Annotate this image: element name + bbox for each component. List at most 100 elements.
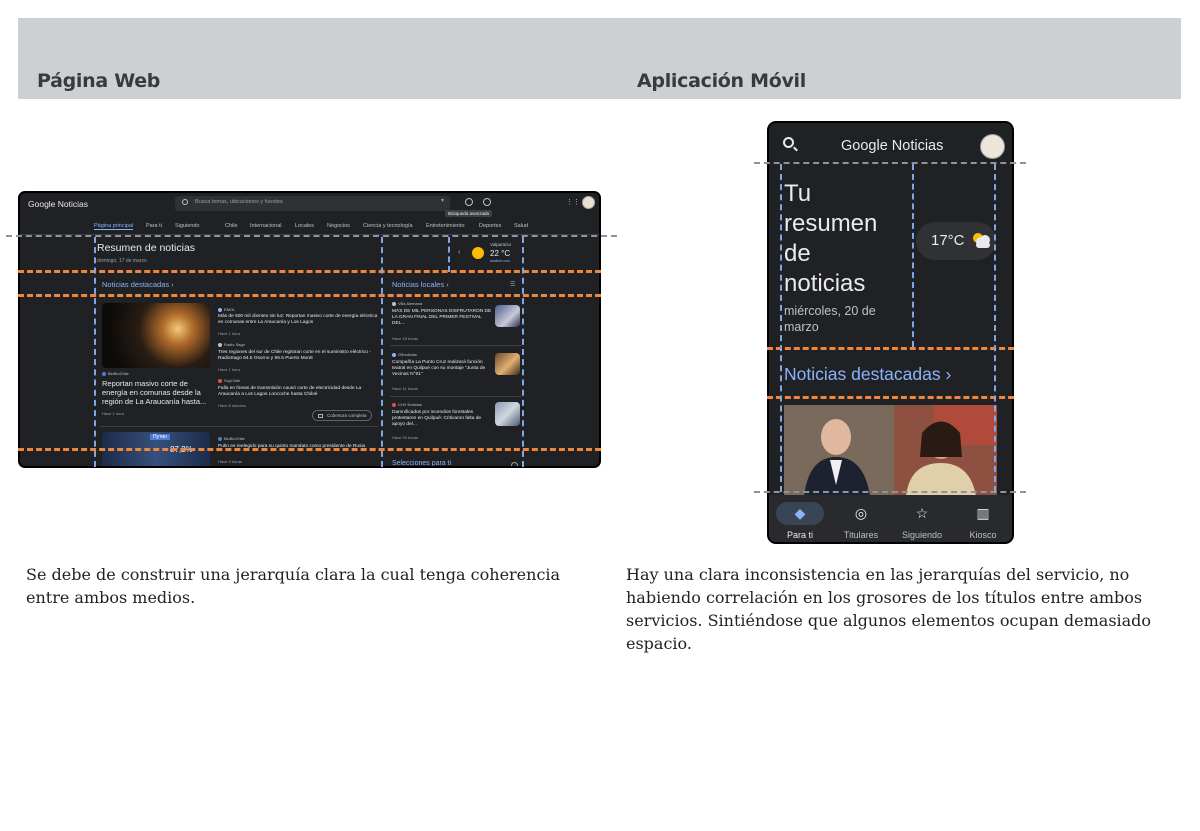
article-source-label: SoyChile xyxy=(224,378,241,383)
help-icon[interactable] xyxy=(511,462,518,466)
guide-line-blue xyxy=(994,164,996,492)
tooltip: Búsqueda avanzada xyxy=(445,210,493,217)
tab-international[interactable]: Internacional xyxy=(250,223,282,229)
local-time: Hace 18 horas xyxy=(392,336,419,341)
article-source-label: BioBioChile xyxy=(224,436,245,441)
weather-location: Valparaíso xyxy=(490,242,512,247)
article-time: Hace 1 hora xyxy=(218,331,240,336)
mobile-featured-heading[interactable]: Noticias destacadas › xyxy=(784,364,951,385)
guide-line-orange xyxy=(767,347,1014,350)
article-source: SoyChile xyxy=(218,378,240,383)
local-heading[interactable]: Noticias locales › xyxy=(392,280,449,289)
local-thumbnail[interactable] xyxy=(495,402,520,426)
chevron-left-icon[interactable]: ‹ xyxy=(458,249,460,256)
article-time: Hace 8 minutos xyxy=(218,403,246,408)
tab-entertainment[interactable]: Entretenimiento xyxy=(426,223,465,229)
article-title[interactable]: Tres regiones del sur de Chile registran… xyxy=(218,350,378,362)
summary-title: Resumen de noticias xyxy=(97,242,196,254)
article-time: Hace 1 hora xyxy=(218,367,240,372)
blackout-image[interactable] xyxy=(102,303,210,368)
tab-following[interactable]: Siguiendo xyxy=(175,223,199,229)
search-icon[interactable] xyxy=(783,137,794,148)
summary-date: domingo, 17 de marzo xyxy=(97,258,147,264)
search-placeholder: Busca temas, ubicaciones y fuentes xyxy=(195,199,283,205)
avatar[interactable] xyxy=(980,134,1005,159)
tab-sports[interactable]: Deportes xyxy=(479,223,501,229)
tab-home[interactable]: Página principal xyxy=(94,223,134,230)
slide: Página Web Aplicación Móvil Google Notic… xyxy=(0,0,1200,831)
article-source: BioBioChile xyxy=(218,436,245,441)
article-source: EMOL xyxy=(218,307,235,312)
local-source: CHV Noticias xyxy=(392,402,422,407)
weather-temp: 22 °C xyxy=(490,249,511,258)
tab-for-you[interactable]: Para ti xyxy=(146,223,162,229)
tab-newsstand[interactable]: Kiosco xyxy=(953,530,1012,540)
partly-cloudy-icon xyxy=(973,233,990,248)
guide-line-orange xyxy=(18,448,601,451)
tab-headlines[interactable]: Titulares xyxy=(831,530,891,540)
local-title[interactable]: Compañía La Punto Cruz realizará función… xyxy=(392,360,492,377)
mobile-summary-date: miércoles, 20 de marzo xyxy=(784,304,876,334)
globe-icon[interactable]: ◎ xyxy=(846,505,876,522)
article-source: Radio Sago xyxy=(218,342,245,347)
chevron-down-icon[interactable]: ▾ xyxy=(441,197,444,204)
article-title[interactable]: Más de 500 mil clientes sin luz: Reporta… xyxy=(218,314,378,326)
tab-following[interactable]: Siguiendo xyxy=(892,530,952,540)
local-source-label: G5noticias xyxy=(398,352,417,357)
apps-grid-icon[interactable]: ⋮⋮ xyxy=(566,198,580,206)
local-heading-label: Noticias locales xyxy=(392,280,445,289)
guide-line-orange xyxy=(18,270,601,273)
local-thumbnail[interactable] xyxy=(495,353,520,375)
avatar[interactable] xyxy=(582,196,595,209)
article-time: Hace 3 horas xyxy=(218,459,242,464)
guide-line-gray xyxy=(6,235,617,237)
help-icon[interactable] xyxy=(465,198,473,206)
divider xyxy=(390,345,522,346)
mobile-caption: Hay una clara inconsistencia en las jera… xyxy=(626,565,1152,653)
local-title[interactable]: MÁS DE MIL PERSONAS DISFRUTARON DE LA GR… xyxy=(392,309,492,326)
guide-line-orange xyxy=(18,294,601,297)
weather-source[interactable]: weather.com xyxy=(490,259,510,263)
main-story-source-label: BioBioChile xyxy=(108,371,129,376)
featured-photo[interactable] xyxy=(784,405,997,496)
guide-line-orange xyxy=(767,396,1014,399)
star-icon[interactable]: ☆ xyxy=(907,505,937,522)
tab-health[interactable]: Salud xyxy=(514,223,528,229)
tab-business[interactable]: Negocios xyxy=(327,223,350,229)
guide-line-blue xyxy=(381,237,383,467)
tune-icon[interactable]: ☰ xyxy=(510,281,515,288)
search-icon xyxy=(182,199,188,205)
full-coverage-button[interactable]: Cobertura completa xyxy=(312,410,372,421)
putin-badge: Путин xyxy=(150,434,170,440)
main-story-title[interactable]: Reportan masivo corte de energía en comu… xyxy=(102,379,212,406)
featured-heading[interactable]: Noticias destacadas › xyxy=(102,280,174,289)
web-caption: Se debe de construir una jerarquía clara… xyxy=(26,565,561,607)
tab-science[interactable]: Ciencia y tecnología xyxy=(363,223,413,229)
local-source-label: Villa Alemana xyxy=(398,301,423,306)
mobile-screenshot: Google Noticias Tu resumen de noticias m… xyxy=(767,121,1014,544)
guide-line-blue xyxy=(448,237,450,272)
tab-local[interactable]: Locales xyxy=(295,223,314,229)
web-section-title: Página Web xyxy=(37,70,161,92)
mobile-summary-title: Tu resumen de noticias xyxy=(784,180,878,297)
local-thumbnail[interactable] xyxy=(495,305,520,327)
guide-line-blue xyxy=(94,237,96,467)
tab-for-you[interactable]: Para ti xyxy=(770,530,830,540)
web-logo[interactable]: Google Noticias xyxy=(28,199,88,209)
local-source: Villa Alemana xyxy=(392,301,422,306)
web-search-input[interactable]: Busca temas, ubicaciones y fuentes ▾ xyxy=(175,196,450,211)
guide-line-gray xyxy=(754,162,1026,164)
gear-icon[interactable] xyxy=(483,198,491,206)
for-you-icon[interactable]: ◆ xyxy=(785,505,815,522)
local-source-label: CHV Noticias xyxy=(398,402,422,407)
local-source: G5noticias xyxy=(392,352,417,357)
divider xyxy=(390,396,522,397)
picks-heading[interactable]: Selecciones para ti xyxy=(392,460,451,466)
local-title[interactable]: Damnificados por incendios forestales pr… xyxy=(392,410,492,427)
article-source-label: EMOL xyxy=(224,307,236,312)
sun-icon xyxy=(472,247,484,259)
article-title[interactable]: Falla en líneas de transmisión causó cor… xyxy=(218,386,378,398)
newsstand-icon[interactable]: ▥ xyxy=(968,505,998,522)
article-source-label: Radio Sago xyxy=(224,342,245,347)
tab-chile[interactable]: Chile xyxy=(225,223,238,229)
